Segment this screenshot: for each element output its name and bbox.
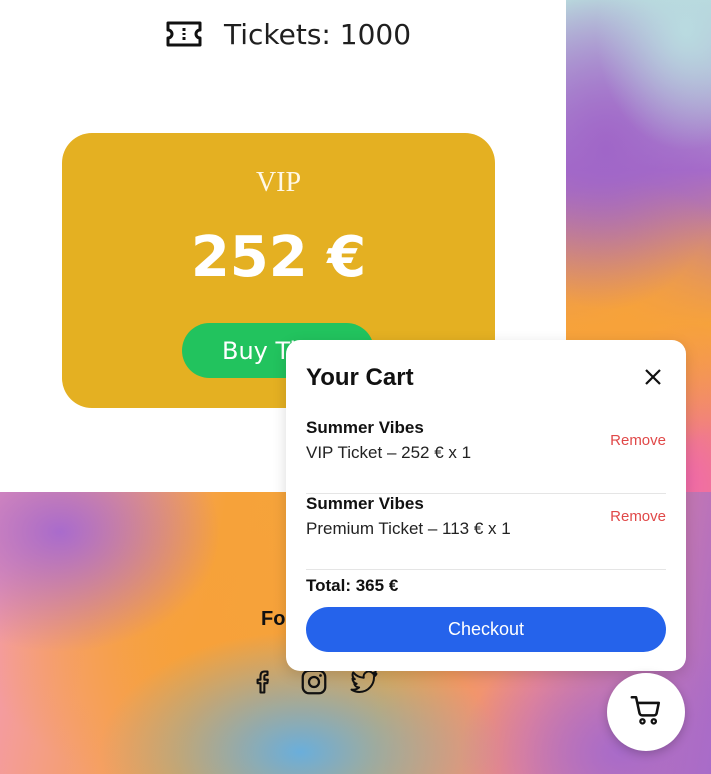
shopping-cart-icon [628, 693, 664, 732]
tickets-count-label: Tickets: 1000 [224, 17, 412, 51]
ticket-tier-title: VIP [255, 167, 302, 198]
checkout-button[interactable]: Checkout [306, 607, 666, 652]
ticket-price: 252 € [190, 225, 367, 290]
cart-toggle-button[interactable] [607, 673, 685, 751]
ticket-icon [164, 19, 204, 49]
cart-item: Summer Vibes Premium Ticket – 113 € x 1 … [306, 494, 666, 570]
tickets-count-row: Tickets: 1000 [164, 14, 411, 54]
cart-title: Your Cart [306, 364, 414, 391]
close-icon[interactable] [642, 366, 664, 388]
cart-item: Summer Vibes VIP Ticket – 252 € x 1 Remo… [306, 418, 666, 494]
cart-total: Total: 365 € [306, 576, 399, 595]
cart-item-detail: Premium Ticket – 113 € x 1 [306, 519, 511, 538]
remove-item-button[interactable]: Remove [610, 432, 666, 449]
cart-item-event: Summer Vibes [306, 418, 424, 437]
cart-item-detail: VIP Ticket – 252 € x 1 [306, 443, 472, 462]
remove-item-button[interactable]: Remove [610, 508, 666, 525]
cart-item-event: Summer Vibes [306, 494, 424, 513]
cart-panel: Your Cart Summer Vibes VIP Ticket – 252 … [286, 340, 686, 671]
facebook-icon[interactable] [248, 666, 280, 698]
